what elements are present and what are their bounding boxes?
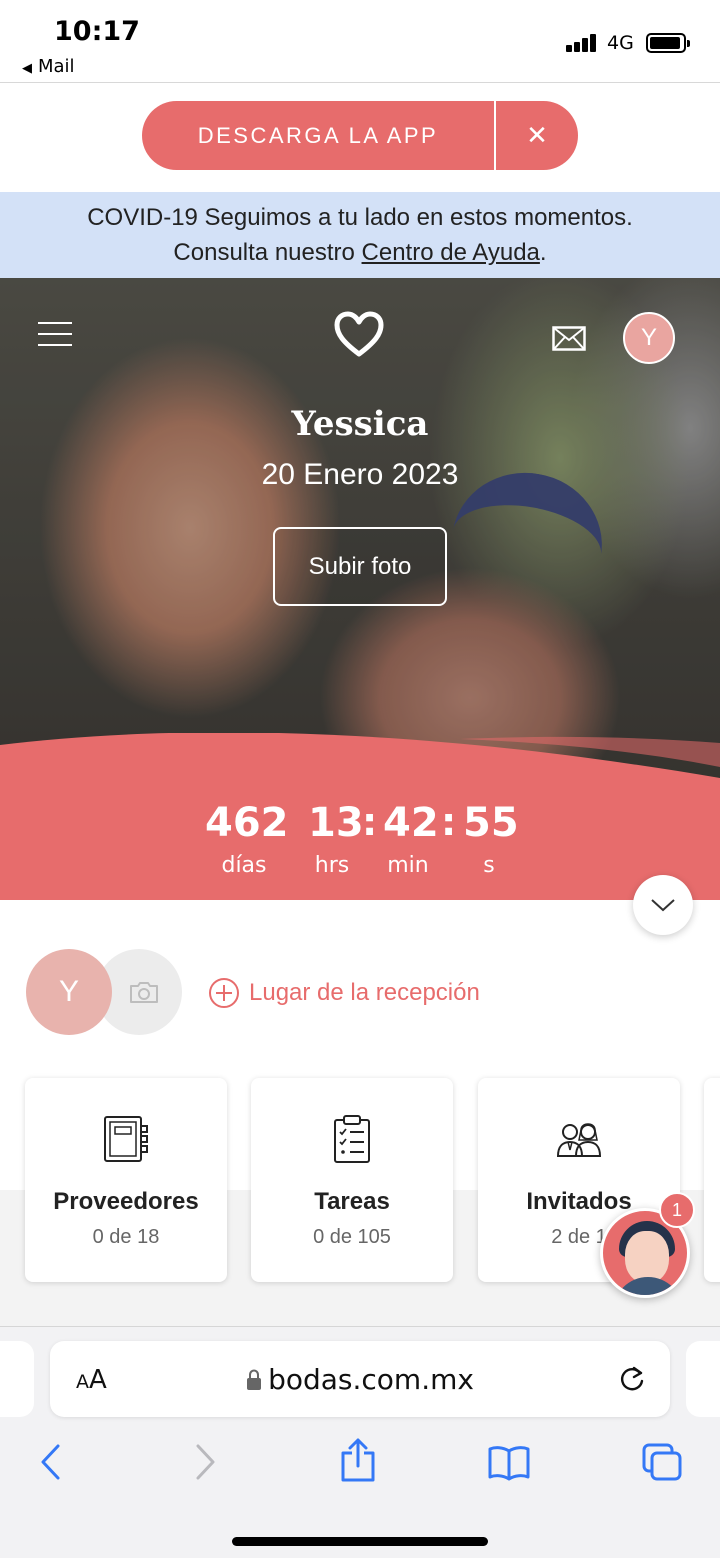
card-vendors[interactable]: Proveedores 0 de 18 xyxy=(25,1078,227,1282)
lock-icon xyxy=(247,1369,262,1390)
countdown-minutes-label: min xyxy=(387,853,429,878)
couple-name: Yessica xyxy=(291,404,429,444)
countdown-separator: : xyxy=(362,800,378,844)
countdown-seconds: 55 xyxy=(463,800,519,846)
wedding-date: 20 Enero 2023 xyxy=(261,458,459,491)
chevron-down-icon xyxy=(651,899,675,912)
reload-icon[interactable] xyxy=(618,1365,646,1395)
partner-avatar[interactable]: Y xyxy=(26,949,112,1035)
expand-button[interactable] xyxy=(633,875,693,935)
covid-line-2-prefix: Consulta nuestro xyxy=(173,239,362,266)
covid-line-2: Consulta nuestro Centro de Ayuda. xyxy=(0,235,720,270)
download-app-button[interactable]: DESCARGA LA APP xyxy=(142,123,494,149)
download-app-banner: DESCARGA LA APP ✕ xyxy=(142,101,578,170)
network-label: 4G xyxy=(607,32,634,54)
countdown: 462 días 13 hrs : 42 min : 55 s xyxy=(0,800,720,900)
card-next-peek[interactable] xyxy=(704,1078,720,1282)
assistant-avatar-body xyxy=(613,1277,683,1295)
back-arrow-icon[interactable] xyxy=(38,1443,64,1481)
tabs-icon[interactable] xyxy=(641,1442,683,1482)
countdown-separator: : xyxy=(441,800,457,844)
add-circle-icon xyxy=(209,978,239,1008)
card-count: 0 de 18 xyxy=(92,1226,160,1248)
back-label: Mail xyxy=(38,56,75,77)
help-center-link[interactable]: Centro de Ayuda xyxy=(362,239,540,266)
url-display[interactable]: bodas.com.mx xyxy=(50,1363,670,1396)
covid-line-2-suffix: . xyxy=(539,239,547,266)
address-bar[interactable]: AA bodas.com.mx xyxy=(50,1341,670,1417)
status-time: 10:17 xyxy=(54,16,140,47)
clipboard-checklist-icon xyxy=(334,1115,370,1163)
covid-notice: COVID-19 Seguimos a tu lado en estos mom… xyxy=(0,192,720,278)
reception-venue-link[interactable]: Lugar de la recepción xyxy=(208,977,480,1009)
status-bar: 10:17 ◀ Mail 4G xyxy=(0,0,720,82)
back-to-mail[interactable]: ◀ Mail xyxy=(22,56,75,77)
notebook-icon xyxy=(104,1116,148,1162)
notification-badge: 1 xyxy=(659,1192,695,1228)
menu-icon[interactable] xyxy=(38,322,72,348)
assistant-avatar-face xyxy=(625,1231,669,1283)
home-indicator xyxy=(232,1537,488,1546)
back-triangle-icon: ◀ xyxy=(22,61,32,76)
user-avatar[interactable]: Y xyxy=(623,312,675,364)
countdown-seconds-label: s xyxy=(483,853,495,878)
countdown-days-label: días xyxy=(221,853,267,878)
mail-icon[interactable] xyxy=(552,326,586,351)
camera-icon xyxy=(130,982,158,1003)
countdown-days: 462 xyxy=(205,800,289,846)
reception-venue-label: Lugar de la recepción xyxy=(249,979,480,1006)
card-title: Tareas xyxy=(314,1188,390,1215)
previous-tab-peek[interactable] xyxy=(0,1341,34,1417)
share-icon[interactable] xyxy=(340,1437,376,1483)
next-tab-peek[interactable] xyxy=(686,1341,720,1417)
guests-icon xyxy=(556,1123,602,1157)
bookmarks-icon[interactable] xyxy=(487,1445,531,1481)
card-tasks[interactable]: Tareas 0 de 105 xyxy=(251,1078,453,1282)
url-text: bodas.com.mx xyxy=(268,1363,474,1396)
upload-photo-button[interactable]: Subir foto xyxy=(273,527,447,606)
card-title: Proveedores xyxy=(53,1188,199,1215)
close-banner-button[interactable]: ✕ xyxy=(496,120,578,151)
signal-icon xyxy=(566,34,600,52)
status-divider xyxy=(0,82,720,83)
safari-toolbar: AA bodas.com.mx xyxy=(0,1326,720,1558)
card-count: 0 de 105 xyxy=(313,1226,391,1248)
covid-line-1: COVID-19 Seguimos a tu lado en estos mom… xyxy=(87,204,633,231)
countdown-hours-label: hrs xyxy=(314,853,350,878)
countdown-hours: 13 xyxy=(308,800,364,846)
battery-icon xyxy=(646,33,690,53)
forward-arrow-icon[interactable] xyxy=(192,1443,218,1481)
heart-logo-icon[interactable] xyxy=(333,310,385,358)
countdown-minutes: 42 xyxy=(383,800,439,846)
